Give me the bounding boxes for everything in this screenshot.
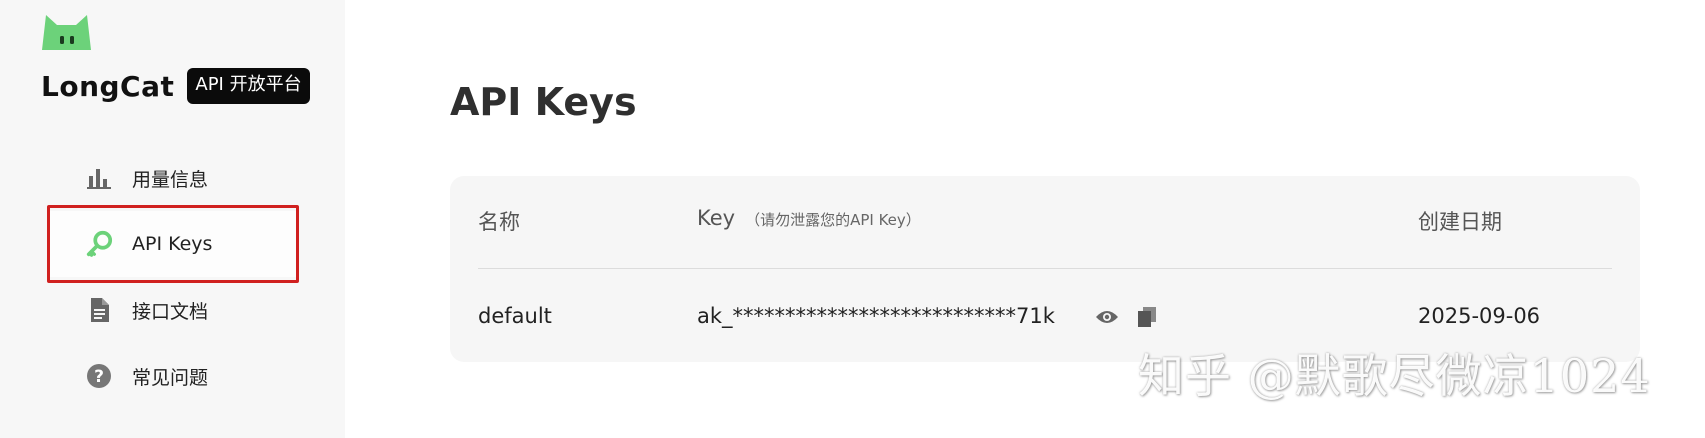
bar-chart-icon (85, 164, 113, 192)
sidebar: LongCat API 开放平台 用量信息 API Keys 接口文档 ? 常见… (0, 0, 345, 438)
sidebar-item-faq[interactable]: ? 常见问题 (47, 343, 297, 409)
sidebar-item-label: 常见问题 (132, 366, 209, 389)
brand-name: LongCat (41, 69, 175, 103)
app-root: LongCat API 开放平台 用量信息 API Keys 接口文档 ? 常见… (0, 0, 1705, 438)
brand-badge: API 开放平台 (187, 68, 310, 104)
svg-text:?: ? (94, 367, 104, 387)
column-header-key: Key （请勿泄露您的API Key） (697, 206, 921, 230)
key-name-cell: default (478, 304, 552, 328)
column-header-key-label: Key (697, 206, 736, 230)
column-header-name: 名称 (478, 210, 520, 234)
help-circle-icon: ? (85, 362, 113, 390)
created-date-cell: 2025-09-06 (1418, 304, 1541, 328)
brand: LongCat API 开放平台 (41, 66, 310, 106)
table-divider (478, 268, 1612, 269)
eye-icon[interactable] (1094, 304, 1120, 330)
sidebar-item-api-keys[interactable]: API Keys (47, 211, 297, 277)
sidebar-item-usage[interactable]: 用量信息 (47, 145, 297, 211)
masked-key-cell: ak_***************************71k (697, 304, 1055, 328)
document-icon (85, 296, 113, 324)
sidebar-item-label: 用量信息 (132, 168, 209, 191)
sidebar-item-label: API Keys (132, 233, 213, 255)
api-keys-table: 名称 Key （请勿泄露您的API Key） 创建日期 default ak_*… (450, 176, 1640, 362)
copy-icon[interactable] (1134, 304, 1160, 330)
key-warning-hint: （请勿泄露您的API Key） (745, 211, 921, 229)
sidebar-item-label: 接口文档 (132, 300, 209, 323)
sidebar-item-docs[interactable]: 接口文档 (47, 277, 297, 343)
column-header-created: 创建日期 (1418, 210, 1502, 234)
cat-logo-icon (40, 12, 93, 50)
key-icon (85, 230, 113, 258)
page-title: API Keys (450, 80, 637, 124)
watermark: 知乎 @默歌尽微凉1024 (1138, 349, 1651, 403)
